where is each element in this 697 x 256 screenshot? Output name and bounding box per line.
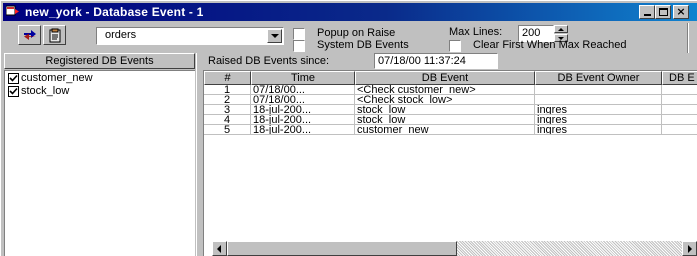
cell-number: 3 xyxy=(204,105,251,115)
title-bar[interactable]: new_york - Database Event - 1 × xyxy=(3,3,697,21)
cell-db-extra xyxy=(662,95,697,105)
cell-time: 07/18/00... xyxy=(251,85,355,95)
close-button[interactable]: × xyxy=(673,5,689,19)
maximize-icon xyxy=(658,8,668,16)
clear-first-checkbox[interactable] xyxy=(449,40,461,52)
table-row[interactable]: 4 18-jul-200... stock_low ingres xyxy=(204,115,697,125)
clipboard-button[interactable] xyxy=(43,25,66,45)
cell-db-extra xyxy=(662,105,697,115)
column-header-time[interactable]: Time xyxy=(251,71,355,85)
refresh-button[interactable] xyxy=(18,25,41,45)
cell-db-event: <Check customer_new> xyxy=(355,85,535,95)
cell-db-event: stock_low xyxy=(355,105,535,115)
system-db-events-checkbox[interactable] xyxy=(293,40,305,52)
table-row[interactable]: 5 18-jul-200... customer_new ingres xyxy=(204,125,697,135)
registered-events-list: customer_new stock_low xyxy=(4,70,195,256)
maximize-button[interactable] xyxy=(655,5,671,19)
cell-time: 18-jul-200... xyxy=(251,115,355,125)
popup-on-raise-checkbox[interactable] xyxy=(293,28,305,40)
popup-on-raise-label: Popup on Raise xyxy=(317,27,396,39)
column-header-db-event[interactable]: DB Event xyxy=(355,71,535,85)
cell-db-extra xyxy=(662,125,697,135)
table-row[interactable]: 1 07/18/00... <Check customer_new> xyxy=(204,85,697,95)
raised-since-label: Raised DB Events since: xyxy=(208,55,330,67)
raised-since-value: 07/18/00 11:37:24 xyxy=(374,53,498,69)
horizontal-scrollbar[interactable] xyxy=(212,241,697,256)
refresh-arrows-icon xyxy=(24,30,36,40)
cell-time: 18-jul-200... xyxy=(251,125,355,135)
db-event-app-icon xyxy=(6,5,19,16)
checkmark-icon xyxy=(9,74,18,82)
window-title: new_york - Database Event - 1 xyxy=(25,5,204,19)
column-header-db-event-owner[interactable]: DB Event Owner xyxy=(535,71,662,85)
table-header: # Time DB Event DB Event Owner DB E xyxy=(204,71,697,85)
system-db-events-label: System DB Events xyxy=(317,39,409,51)
scroll-right-icon[interactable] xyxy=(682,241,697,256)
column-header-number[interactable]: # xyxy=(204,71,251,85)
max-lines-value: 200 xyxy=(522,27,541,39)
clear-first-label: Clear First When Max Reached xyxy=(473,39,627,51)
checkmark-icon xyxy=(9,87,18,95)
list-item-label: customer_new xyxy=(21,72,93,84)
scrollbar-thumb[interactable] xyxy=(227,241,457,256)
cell-db-extra xyxy=(662,85,697,95)
cell-number: 1 xyxy=(204,85,251,95)
max-lines-label: Max Lines: xyxy=(449,26,503,38)
cell-db-event-owner xyxy=(535,85,662,95)
cell-number: 2 xyxy=(204,95,251,105)
table-row[interactable]: 2 07/18/00... <Check stock_low> xyxy=(204,95,697,105)
list-item-label: stock_low xyxy=(21,85,70,97)
checkbox[interactable] xyxy=(8,73,19,84)
checkbox[interactable] xyxy=(8,86,19,97)
cell-db-event-owner: ingres xyxy=(535,105,662,115)
cell-time: 18-jul-200... xyxy=(251,105,355,115)
cell-number: 5 xyxy=(204,125,251,135)
scroll-left-icon[interactable] xyxy=(212,241,227,256)
panel-splitter[interactable] xyxy=(196,53,202,256)
cell-number: 4 xyxy=(204,115,251,125)
toolbar-divider xyxy=(687,23,689,53)
cell-db-extra xyxy=(662,115,697,125)
minimize-button[interactable] xyxy=(639,5,655,19)
database-select[interactable]: orders xyxy=(96,27,284,45)
database-event-window: new_york - Database Event - 1 × orders P xyxy=(0,0,697,256)
events-table: # Time DB Event DB Event Owner DB E 1 07… xyxy=(203,70,697,256)
close-icon: × xyxy=(676,5,686,18)
database-select-value: orders xyxy=(105,29,137,41)
cell-db-event: <Check stock_low> xyxy=(355,95,535,105)
cell-db-event: stock_low xyxy=(355,115,535,125)
cell-db-event-owner xyxy=(535,95,662,105)
spin-up-icon[interactable] xyxy=(554,25,568,33)
cell-time: 07/18/00... xyxy=(251,95,355,105)
minimize-icon xyxy=(643,14,651,16)
chevron-down-icon[interactable] xyxy=(267,29,282,43)
registered-events-header[interactable]: Registered DB Events xyxy=(4,53,195,69)
cell-db-event-owner: ingres xyxy=(535,125,662,135)
cell-db-event: customer_new xyxy=(355,125,535,135)
column-header-db-extra[interactable]: DB E xyxy=(662,71,697,85)
table-row[interactable]: 3 18-jul-200... stock_low ingres xyxy=(204,105,697,115)
clipboard-icon xyxy=(49,28,61,43)
cell-db-event-owner: ingres xyxy=(535,115,662,125)
